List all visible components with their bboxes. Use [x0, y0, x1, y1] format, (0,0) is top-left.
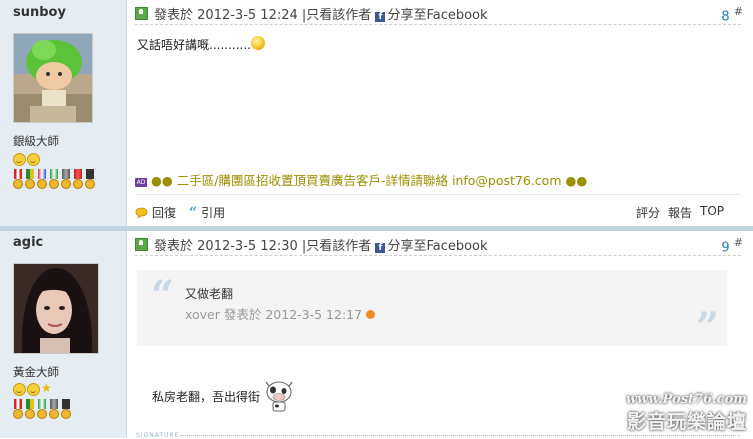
author-username[interactable]: agic	[13, 235, 43, 250]
medals	[13, 399, 73, 423]
avatar[interactable]	[13, 33, 93, 123]
posted-time: 2012-3-5 12:24	[197, 8, 298, 23]
floor-suffix: #	[733, 236, 743, 249]
ad-text[interactable]: 二手區/購團區招收置頂買賣廣告客戶-詳情請聯絡 info@post76.com	[177, 173, 562, 188]
watermark: www.Post76.com 影音玩樂論壇	[626, 392, 747, 434]
quote-icon: “	[189, 205, 198, 221]
post-message: 私房老翻，吾出得街	[152, 379, 294, 413]
floor-number[interactable]: 9 #	[721, 236, 743, 255]
post-actions: 回復 “引用 評分 報告 TOP	[135, 194, 741, 223]
signature-divider	[180, 435, 740, 436]
smirk-emoji-icon	[250, 36, 265, 50]
posted-time: 2012-3-5 12:30	[197, 239, 298, 254]
quote-meta-text[interactable]: xover 發表於 2012-3-5 12:17	[185, 307, 362, 322]
top-button[interactable]: TOP	[700, 204, 724, 218]
floor-number[interactable]: 8 #	[721, 5, 743, 24]
message-text: 又話唔好講嘅...........	[137, 38, 251, 52]
post-8: sunboy 銀級大師 發表於 2012-3-5 12:24 |只看該作者 f …	[0, 0, 753, 228]
author-rank: 銀級大師	[13, 134, 59, 148]
rank-smileys: ★	[13, 382, 53, 396]
close-quote-icon: ”	[695, 304, 719, 351]
facebook-icon: f	[375, 243, 386, 253]
posted-label: 發表於	[154, 8, 194, 23]
rank-smileys	[13, 153, 41, 166]
post-content: 發表於 2012-3-5 12:24 |只看該作者 f 分享至Facebook 8…	[127, 0, 753, 228]
quote-label: 引用	[201, 206, 226, 220]
share-facebook-link[interactable]: 分享至Facebook	[387, 239, 487, 254]
open-quote-icon: “	[151, 272, 175, 319]
online-status-icon	[135, 7, 148, 20]
floor-num: 9	[721, 240, 730, 256]
floor-suffix: #	[733, 5, 743, 18]
ad-bullets-left: ●●	[150, 173, 173, 188]
rate-button[interactable]: 評分	[636, 204, 660, 221]
avatar[interactable]	[13, 263, 99, 354]
ad-icon: AD	[135, 178, 147, 187]
quote-block: “ ” 又做老翻 xover 發表於 2012-3-5 12:17	[137, 270, 727, 351]
ad-banner[interactable]: AD ●● 二手區/購團區招收置頂買賣廣告客戶-詳情請聯絡 info@post7…	[135, 170, 587, 189]
cow-emoji-icon	[264, 379, 294, 413]
quote-text: 又做老翻	[185, 287, 234, 301]
ad-bullets-right: ●●	[565, 173, 588, 188]
author-username[interactable]: sunboy	[13, 5, 66, 20]
reply-label: 回復	[152, 206, 177, 220]
post-meta: 發表於 2012-3-5 12:24 |只看該作者 f 分享至Facebook	[135, 4, 741, 25]
medals	[13, 169, 97, 193]
quote-button[interactable]: “引用	[189, 204, 225, 221]
posted-label: 發表於	[154, 239, 194, 254]
post-meta: 發表於 2012-3-5 12:30 |只看該作者 f 分享至Facebook	[135, 235, 741, 256]
post-message: 又話唔好講嘅...........	[137, 36, 265, 53]
message-text: 私房老翻，吾出得街	[152, 390, 261, 404]
watermark-site: www.Post76.com	[625, 392, 747, 407]
online-status-icon	[135, 238, 148, 251]
reply-button[interactable]: 回復	[135, 204, 176, 221]
only-author-link[interactable]: 只看該作者	[306, 8, 371, 23]
author-sidebar: agic 黃金大師 ★	[0, 231, 127, 438]
share-facebook-link[interactable]: 分享至Facebook	[387, 8, 487, 23]
watermark-name: 影音玩樂論壇	[626, 411, 747, 433]
floor-num: 8	[721, 9, 730, 25]
author-sidebar: sunboy 銀級大師	[0, 0, 127, 228]
quote-meta: xover 發表於 2012-3-5 12:17	[185, 304, 376, 323]
quote-jump-icon[interactable]	[366, 310, 376, 319]
report-button[interactable]: 報告	[668, 204, 692, 221]
facebook-icon: f	[375, 12, 386, 22]
reply-icon	[135, 207, 148, 220]
author-rank: 黃金大師	[13, 365, 59, 379]
only-author-link[interactable]: 只看該作者	[306, 239, 371, 254]
